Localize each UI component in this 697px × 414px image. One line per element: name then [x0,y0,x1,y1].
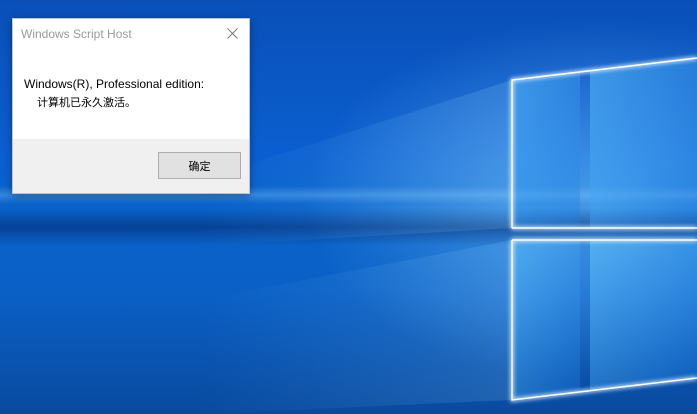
ok-button-label: 确定 [188,159,211,173]
message-line-activation: 计算机已永久激活。 [37,96,136,109]
dialog-title: Windows Script Host [21,27,132,41]
close-icon [226,27,238,39]
message-dialog: Windows Script Host Windows(R), Professi… [12,18,250,194]
logo-pane-lower-left [512,240,580,400]
close-button[interactable] [215,19,249,47]
dialog-message-area: Windows(R), Professional edition: 计算机已永久… [13,49,249,139]
message-line-edition: Windows(R), Professional edition: [24,77,205,91]
ok-button[interactable]: 确定 [158,152,241,179]
dialog-titlebar[interactable]: Windows Script Host [13,19,249,49]
dialog-button-bar: 确定 [13,139,249,193]
logo-pane-upper-left [512,72,580,228]
logo-pane-lower-right [590,240,697,390]
logo-pane-upper-right [590,58,697,228]
